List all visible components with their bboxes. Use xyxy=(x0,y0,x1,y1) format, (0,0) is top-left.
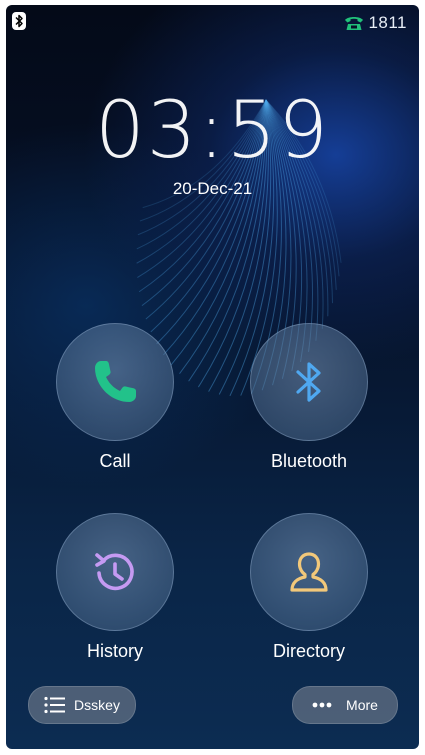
history-button[interactable] xyxy=(56,513,174,631)
call-label: Call xyxy=(99,451,131,471)
history-icon xyxy=(95,553,134,591)
clock-time: 03:59 xyxy=(95,86,330,176)
directory-tile[interactable]: Directory xyxy=(250,513,368,662)
list-icon xyxy=(44,696,66,714)
dsskey-button[interactable]: Dsskey xyxy=(28,686,136,724)
dsskey-label: Dsskey xyxy=(74,697,120,713)
status-bar: 1811 xyxy=(6,5,419,39)
line-status[interactable]: 1811 xyxy=(344,13,407,33)
call-tile[interactable]: Call xyxy=(56,323,174,472)
line-extension: 1811 xyxy=(368,13,407,32)
phone-home-screen: 1811 03:59 20-Dec-21 Call Bluetooth Hist… xyxy=(6,5,419,749)
history-label: History xyxy=(86,641,143,661)
directory-label: Directory xyxy=(272,641,345,661)
phone-icon xyxy=(95,361,136,402)
directory-button[interactable] xyxy=(250,513,368,631)
more-dots-icon xyxy=(312,702,332,708)
handset-icon xyxy=(345,17,364,30)
more-label: More xyxy=(346,697,378,713)
bluetooth-icon xyxy=(296,362,321,402)
bluetooth-button[interactable] xyxy=(250,323,368,441)
bluetooth-tile[interactable]: Bluetooth xyxy=(250,323,368,472)
call-button[interactable] xyxy=(56,323,174,441)
clock-date: 20-Dec-21 xyxy=(172,179,253,198)
bluetooth-label: Bluetooth xyxy=(270,451,348,471)
contact-icon xyxy=(290,552,328,592)
history-tile[interactable]: History xyxy=(56,513,174,662)
more-button[interactable]: More xyxy=(292,686,398,724)
bluetooth-icon xyxy=(12,12,26,30)
